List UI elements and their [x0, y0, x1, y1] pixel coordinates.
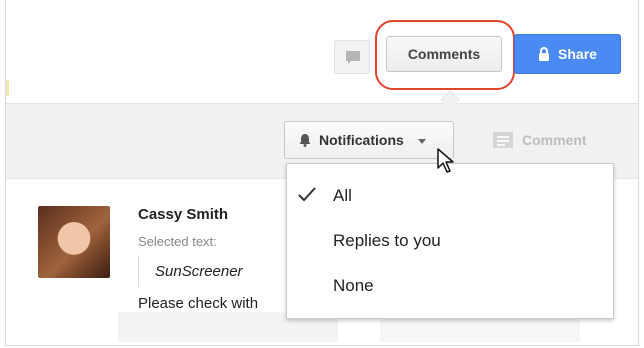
chevron-down-icon — [417, 138, 426, 144]
comments-button-label: Comments — [407, 46, 481, 62]
comments-button[interactable]: Comments — [386, 36, 502, 72]
share-button[interactable]: Share — [514, 34, 621, 74]
speech-bubble-icon — [346, 51, 360, 64]
notifications-dropdown: All Replies to you None — [286, 163, 614, 319]
avatar — [38, 206, 110, 278]
quote-text: SunScreener — [155, 262, 243, 280]
selected-text-label: Selected text: — [138, 234, 217, 249]
checkmark-icon — [298, 187, 316, 202]
comment-action-label: Comment — [522, 132, 587, 148]
chat-button[interactable] — [334, 40, 370, 74]
notifications-button[interactable]: Notifications — [284, 121, 454, 159]
comment-action[interactable]: Comment — [492, 129, 587, 151]
lock-icon — [539, 47, 550, 61]
dropdown-item-all[interactable]: All — [287, 174, 613, 218]
reply-area-right — [380, 318, 580, 342]
comment-author: Cassy Smith — [138, 206, 229, 223]
dropdown-item-replies[interactable]: Replies to you — [287, 219, 613, 263]
dropdown-item-label: None — [333, 276, 374, 295]
share-button-label: Share — [558, 46, 597, 62]
bell-icon — [299, 134, 311, 147]
dropdown-item-none[interactable]: None — [287, 264, 613, 308]
dropdown-item-label: Replies to you — [333, 231, 441, 250]
dropdown-item-label: All — [333, 186, 352, 205]
notifications-label: Notifications — [319, 132, 404, 148]
left-edge-marker — [6, 80, 9, 96]
selected-text-quote: SunScreener — [138, 255, 243, 287]
mouse-cursor-icon — [437, 148, 454, 173]
comment-message: Please check with — [138, 295, 259, 312]
comment-doc-icon — [493, 132, 513, 148]
